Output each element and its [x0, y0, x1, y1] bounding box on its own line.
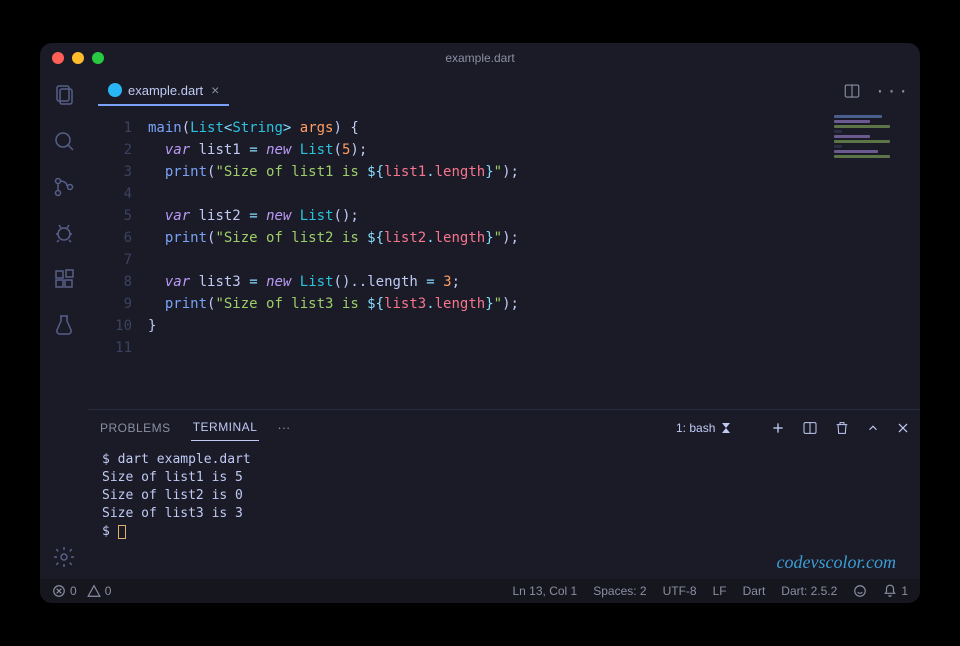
status-encoding[interactable]: UTF-8 — [663, 584, 697, 598]
new-terminal-icon[interactable] — [770, 420, 786, 436]
status-notifications[interactable]: 1 — [883, 584, 908, 598]
source-control-icon[interactable] — [52, 175, 76, 199]
testing-icon[interactable] — [52, 313, 76, 337]
status-sdk[interactable]: Dart: 2.5.2 — [781, 584, 837, 598]
panel-tab-problems[interactable]: PROBLEMS — [98, 415, 173, 441]
traffic-lights — [52, 52, 104, 64]
close-panel-icon[interactable] — [896, 421, 910, 435]
activity-bar — [40, 73, 88, 579]
split-terminal-icon[interactable] — [802, 420, 818, 436]
status-warnings[interactable]: 0 — [87, 584, 112, 598]
zoom-window-button[interactable] — [92, 52, 104, 64]
window-title: example.dart — [40, 51, 920, 65]
editor-group: example.dart × ··· 1 2 3 4 5 6 — [88, 73, 920, 579]
tab-example-dart[interactable]: example.dart × — [98, 76, 229, 106]
kill-terminal-icon[interactable] — [834, 420, 850, 436]
status-cursor-position[interactable]: Ln 13, Col 1 — [513, 584, 578, 598]
extensions-icon[interactable] — [52, 267, 76, 291]
debug-icon[interactable] — [52, 221, 76, 245]
workbench: example.dart × ··· 1 2 3 4 5 6 — [40, 73, 920, 579]
split-editor-icon[interactable] — [843, 82, 861, 100]
status-errors[interactable]: 0 — [52, 584, 77, 598]
status-feedback-icon[interactable] — [853, 584, 867, 598]
watermark: codevscolor.com — [777, 552, 896, 573]
status-eol[interactable]: LF — [713, 584, 727, 598]
panel-more-icon[interactable]: ··· — [277, 420, 290, 435]
status-language[interactable]: Dart — [743, 584, 766, 598]
more-actions-icon[interactable]: ··· — [875, 82, 910, 101]
settings-gear-icon[interactable] — [52, 545, 76, 569]
dart-file-icon — [108, 83, 122, 97]
panel-tab-terminal[interactable]: TERMINAL — [191, 414, 260, 441]
titlebar: example.dart — [40, 43, 920, 73]
code-content: main(List<String> args) { var list1 = ne… — [148, 117, 920, 409]
explorer-icon[interactable] — [52, 83, 76, 107]
terminal-selector[interactable]: 1: bash — [672, 419, 734, 437]
panel-tabs: PROBLEMS TERMINAL ··· 1: bash — [88, 410, 920, 445]
close-tab-icon[interactable]: × — [211, 82, 219, 98]
vscode-window: example.dart — [40, 43, 920, 603]
terminal-cursor — [118, 525, 126, 539]
maximize-panel-icon[interactable] — [866, 421, 880, 435]
tab-bar: example.dart × ··· — [88, 73, 920, 109]
search-icon[interactable] — [52, 129, 76, 153]
code-editor[interactable]: 1 2 3 4 5 6 7 8 9 10 11 main(List<String… — [88, 109, 920, 409]
status-bar: 0 0 Ln 13, Col 1 Spaces: 2 UTF-8 LF Dart… — [40, 579, 920, 603]
tab-label: example.dart — [128, 83, 203, 98]
close-window-button[interactable] — [52, 52, 64, 64]
status-indentation[interactable]: Spaces: 2 — [593, 584, 646, 598]
minimize-window-button[interactable] — [72, 52, 84, 64]
line-gutter: 1 2 3 4 5 6 7 8 9 10 11 — [88, 117, 148, 409]
terminal-select[interactable]: 1: bash — [672, 419, 734, 437]
